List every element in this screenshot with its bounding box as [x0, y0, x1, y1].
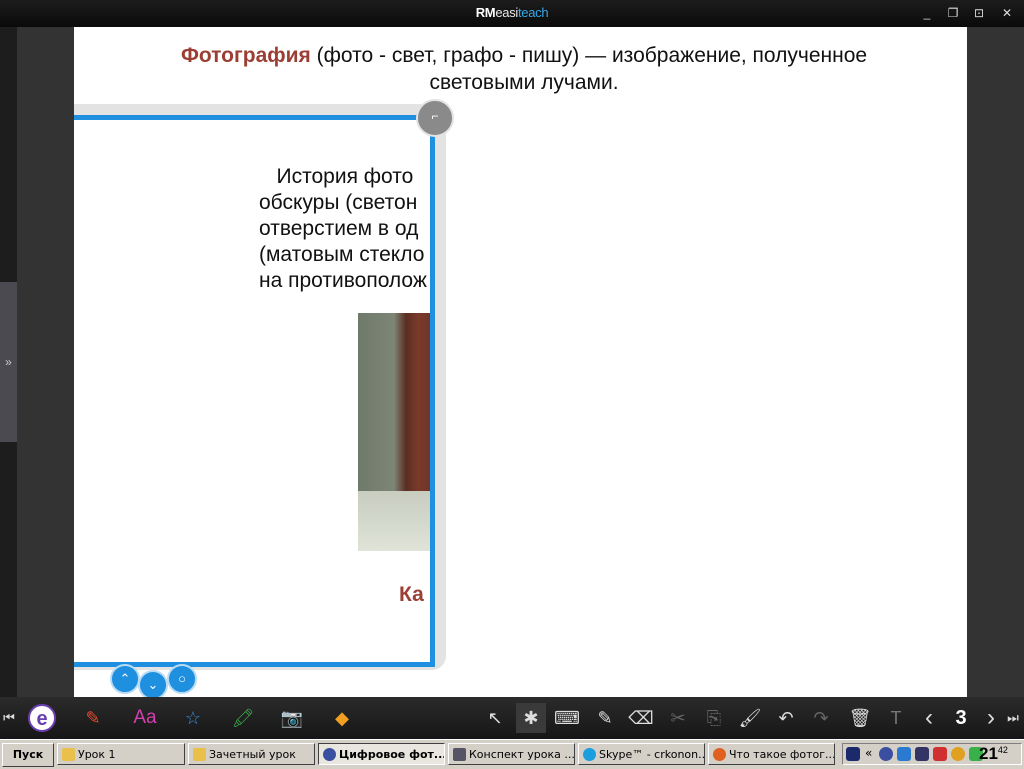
magic-select-icon[interactable]: ✱ [516, 703, 546, 733]
tray-collapse-icon[interactable]: « [865, 746, 872, 760]
heading-text-line2: световыми лучами. [429, 71, 619, 94]
star-icon[interactable]: ☆ [178, 703, 208, 733]
easiteach-toolbar: ⏮ e ✎ Aa ☆ 🖍 📷 ◆ ↖ ✱ ⌨ ✎ ⌫ ✂ ⎘ 🖌 ↶ ↷ 🗑 T… [0, 697, 1024, 739]
folder-icon [62, 748, 75, 761]
display-icon[interactable] [915, 747, 929, 761]
photo-glass-shelf [358, 491, 430, 551]
easi-logo-icon[interactable]: e [28, 704, 56, 732]
brush-icon[interactable]: 🖌 [735, 703, 765, 733]
rm-tray-icon[interactable] [846, 747, 860, 761]
heading-text: (фото - свет, графо - пишу) — изображени… [310, 44, 868, 67]
right-margin [967, 27, 1024, 697]
left-margin [17, 27, 74, 697]
task-button[interactable]: Зачетный урок [188, 743, 315, 765]
copy-icon[interactable]: ⎘ [699, 703, 729, 733]
select-arrow-icon[interactable]: ↖ [480, 703, 510, 733]
text-format-icon[interactable]: T [881, 703, 911, 733]
system-tray: « 2142 [842, 743, 1022, 765]
card-circle-button[interactable]: ○ [167, 664, 197, 694]
camera-obscura-photo [358, 313, 430, 551]
side-panel-handle[interactable]: » [0, 282, 17, 442]
task-button-active[interactable]: Цифровое фот... [318, 743, 445, 765]
maximize-button[interactable]: ⊡ [970, 5, 988, 21]
page-heading: Фотография (фото - свет, графо - пишу) —… [144, 42, 904, 96]
card-resize-icon[interactable]: ⌐ [416, 99, 454, 137]
page-number: 3 [955, 707, 967, 729]
clock[interactable]: 2142 [979, 744, 1008, 766]
undo-icon[interactable]: ↶ [771, 703, 801, 733]
card-line: обскуры (светон [259, 191, 418, 214]
heading-term: Фотография [180, 44, 311, 67]
restore-button[interactable]: ❐ [944, 5, 962, 21]
app-logo: RMeasiteach [475, 5, 549, 20]
delete-icon[interactable]: 🗑 [845, 703, 875, 733]
firefox-icon [713, 748, 726, 761]
highlighter-icon[interactable]: 🖍 [228, 703, 258, 733]
security-icon[interactable] [933, 747, 947, 761]
task-button[interactable]: Skype™ - crkonon... [578, 743, 705, 765]
card-down-button[interactable]: ⌄ [138, 670, 168, 697]
task-button[interactable]: Что такое фотог... [708, 743, 835, 765]
toolbar-end-icon[interactable]: ⏭ [1004, 703, 1022, 733]
card-up-button[interactable]: ⌃ [110, 664, 140, 694]
start-button[interactable]: Пуск [2, 743, 54, 767]
cut-icon[interactable]: ✂ [663, 703, 693, 733]
task-button[interactable]: Урок 1 [57, 743, 185, 765]
overlay-card[interactable]: История фото обскуры (светон отверстием … [74, 115, 435, 667]
paintbrush-icon[interactable]: ✎ [78, 703, 108, 733]
title-bar: RMeasiteach _ ❐ ⊡ ✕ [0, 0, 1024, 27]
pen-icon[interactable]: ✎ [590, 703, 620, 733]
keyboard-icon[interactable]: ⌨ [552, 703, 582, 733]
skype-icon [583, 748, 596, 761]
card-line: История фото [259, 165, 414, 188]
next-page-icon[interactable]: › [976, 703, 1006, 733]
card-line: (матовым стекло [259, 243, 425, 266]
task-button[interactable]: Конспект урока ... [448, 743, 575, 765]
card-caption: Ка [399, 583, 424, 606]
eraser-icon[interactable]: ⌫ [626, 703, 656, 733]
toolbar-collapse-icon[interactable]: ⏮ [0, 703, 18, 733]
card-line: отверстием в од [259, 217, 419, 240]
redo-icon[interactable]: ↷ [806, 703, 836, 733]
easiteach-icon [323, 748, 336, 761]
update-icon[interactable] [951, 747, 965, 761]
card-text: История фото обскуры (светон отверстием … [259, 164, 430, 294]
flipchart-page[interactable]: Фотография (фото - свет, графо - пишу) —… [74, 27, 967, 697]
folder-icon [193, 748, 206, 761]
minimize-button[interactable]: _ [918, 5, 936, 21]
prev-page-icon[interactable]: ‹ [914, 703, 944, 733]
network-icon[interactable] [897, 747, 911, 761]
document-icon [453, 748, 466, 761]
windows-taskbar: Пуск Урок 1 Зачетный урок Цифровое фот..… [0, 739, 1024, 769]
text-tool-icon[interactable]: Aa [128, 703, 162, 733]
close-button[interactable]: ✕ [998, 5, 1016, 21]
easiteach-tray-icon[interactable] [879, 747, 893, 761]
camera-icon[interactable]: 📷 [277, 703, 307, 733]
eraser-tool-icon[interactable]: ◆ [327, 703, 357, 733]
card-line: на противополож [259, 269, 427, 292]
